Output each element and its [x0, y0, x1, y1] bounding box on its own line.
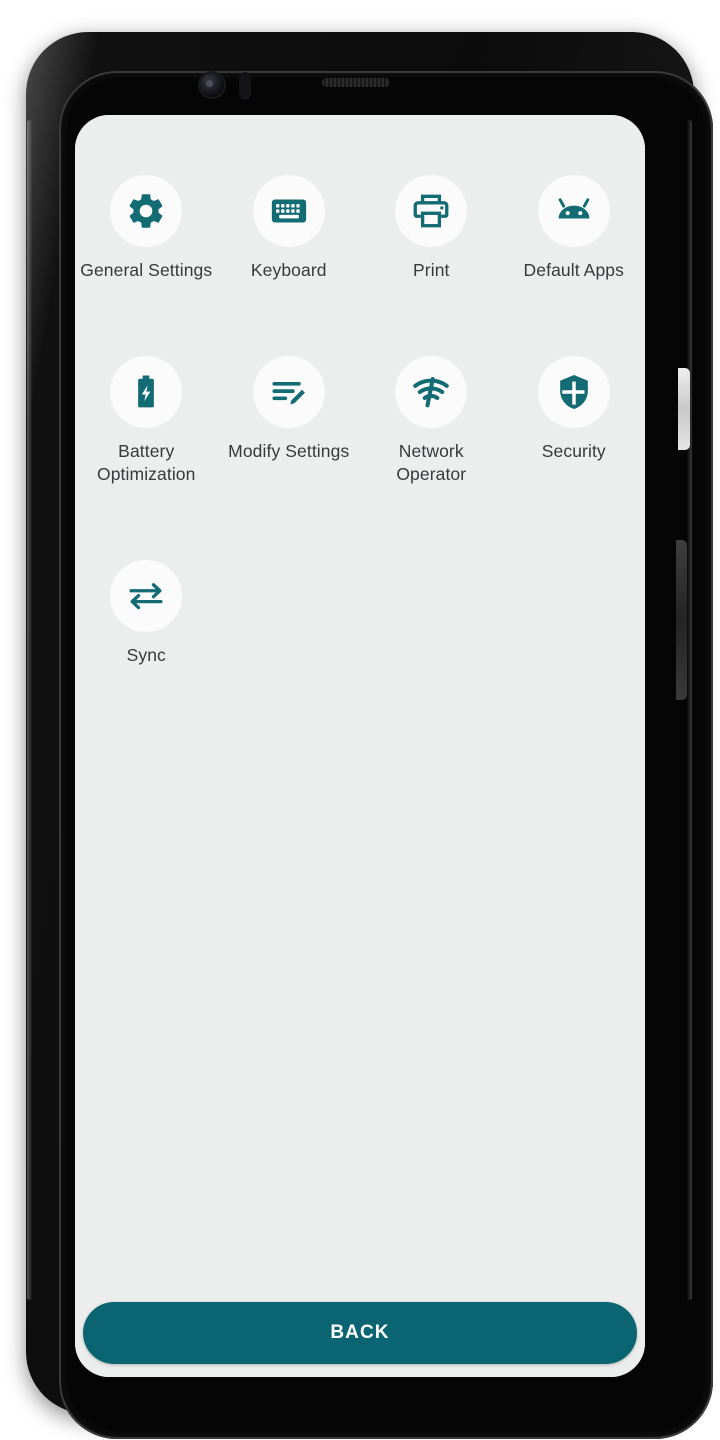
edit-lines-pencil-icon	[252, 356, 325, 428]
android-robot-icon	[537, 175, 610, 247]
volume-button[interactable]	[678, 368, 690, 450]
grid-item-print[interactable]: Print	[360, 175, 503, 282]
settings-grid: General Settings Keyboard Print Default …	[75, 175, 645, 667]
phone-screen: General Settings Keyboard Print Default …	[75, 115, 645, 1377]
gear-icon	[110, 175, 183, 247]
frame-edge-highlight-left	[27, 120, 32, 1300]
grid-item-keyboard[interactable]: Keyboard	[218, 175, 361, 282]
grid-item-label: Print	[413, 260, 450, 280]
grid-item-label: General Settings	[80, 260, 213, 280]
earpiece-speaker-icon	[322, 78, 390, 87]
network-signal-icon	[395, 356, 468, 428]
power-button[interactable]	[676, 540, 687, 700]
back-button[interactable]: BACK	[83, 1302, 637, 1364]
grid-item-general-settings[interactable]: General Settings	[75, 175, 218, 282]
sync-arrows-icon	[110, 560, 183, 632]
printer-icon	[395, 175, 468, 247]
front-camera-icon	[200, 73, 224, 97]
grid-item-label: Security	[541, 441, 606, 461]
battery-charging-icon	[110, 356, 183, 428]
grid-item-battery-optimization[interactable]: Battery Optimization	[75, 356, 218, 486]
grid-item-label: Battery Optimization	[97, 441, 196, 484]
grid-item-security[interactable]: Security	[503, 356, 646, 486]
grid-item-label: Keyboard	[250, 260, 327, 280]
grid-item-network-operator[interactable]: Network Operator	[360, 356, 503, 486]
app-surface: General Settings Keyboard Print Default …	[75, 115, 645, 1377]
grid-item-label: Network Operator	[396, 441, 467, 484]
grid-item-modify-settings[interactable]: Modify Settings	[218, 356, 361, 486]
grid-item-label: Sync	[126, 645, 166, 665]
keyboard-icon	[252, 175, 325, 247]
grid-item-default-apps[interactable]: Default Apps	[503, 175, 646, 282]
grid-item-label: Modify Settings	[228, 441, 350, 461]
frame-edge-highlight-right	[687, 120, 692, 1300]
grid-item-label: Default Apps	[523, 260, 624, 280]
shield-cross-icon	[537, 356, 610, 428]
grid-item-sync[interactable]: Sync	[75, 560, 218, 667]
proximity-sensor-icon	[239, 72, 251, 100]
